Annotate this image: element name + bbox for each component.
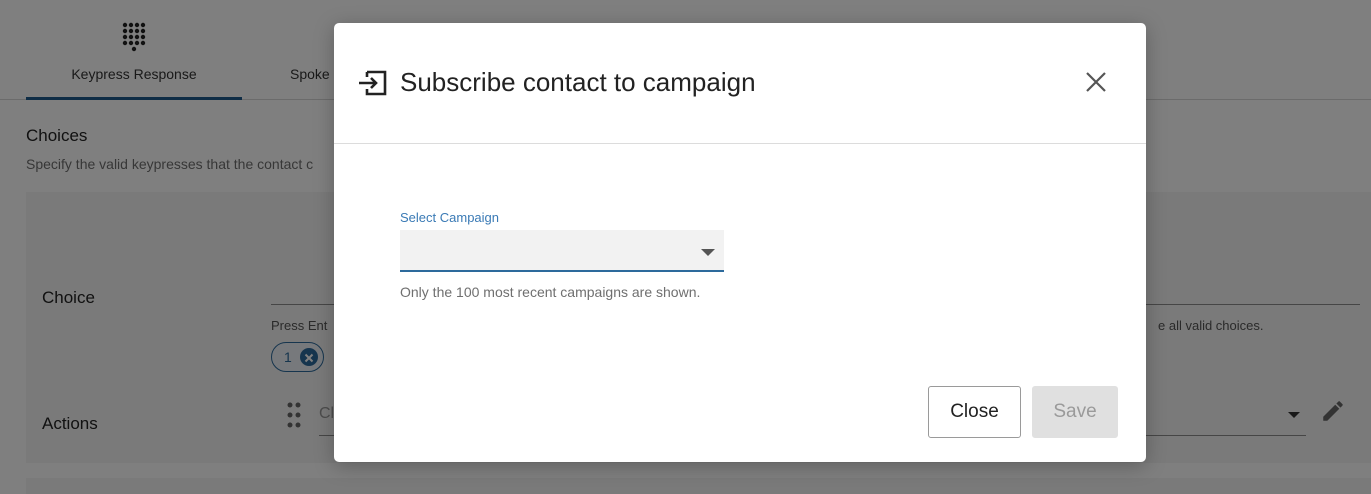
close-icon[interactable] bbox=[1084, 70, 1108, 94]
campaign-helper-text: Only the 100 most recent campaigns are s… bbox=[400, 284, 701, 300]
chevron-down-icon bbox=[701, 249, 715, 256]
enter-arrow-icon bbox=[359, 70, 387, 96]
modal-title: Subscribe contact to campaign bbox=[400, 67, 756, 97]
close-button[interactable]: Close bbox=[928, 386, 1021, 438]
campaign-select[interactable] bbox=[400, 230, 724, 272]
modal-header: Subscribe contact to campaign bbox=[334, 23, 1146, 144]
subscribe-campaign-modal: Subscribe contact to campaign Select Cam… bbox=[334, 23, 1146, 462]
select-campaign-label: Select Campaign bbox=[400, 210, 499, 225]
save-button[interactable]: Save bbox=[1032, 386, 1118, 438]
page: Keypress Response Spoke Choices Specify … bbox=[0, 0, 1371, 494]
